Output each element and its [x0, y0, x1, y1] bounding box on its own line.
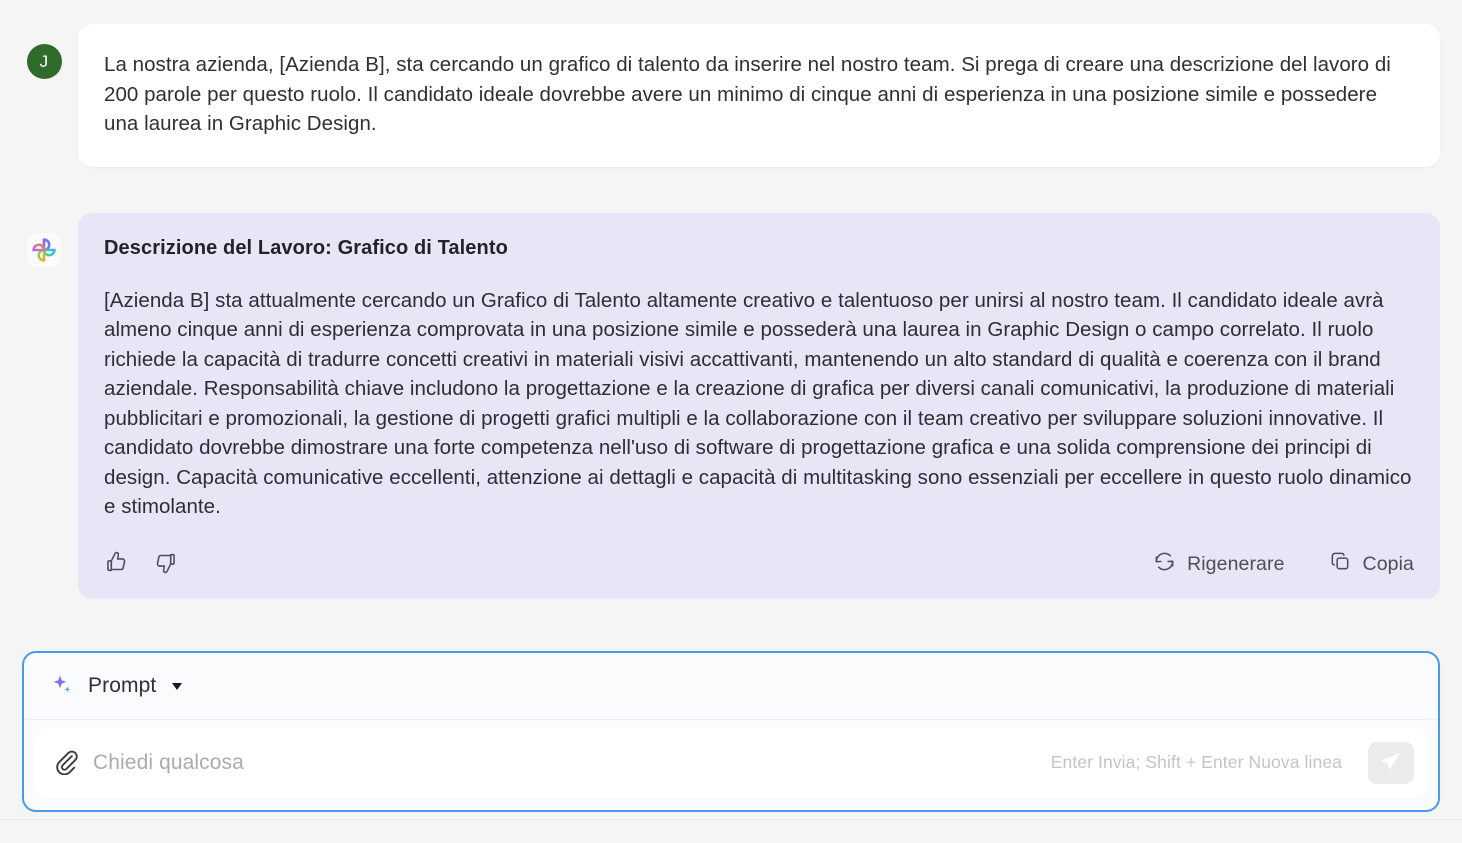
regenerate-label: Rigenerare	[1187, 552, 1285, 575]
conversation-area: J La nostra azienda, [Azienda B], sta ce…	[0, 0, 1462, 599]
send-button[interactable]	[1368, 741, 1414, 784]
user-message-bubble: La nostra azienda, [Azienda B], sta cerc…	[78, 24, 1440, 167]
thumbs-up-button[interactable]	[104, 550, 129, 578]
send-icon	[1379, 749, 1403, 776]
chevron-down-icon	[172, 682, 183, 690]
user-avatar-slot: J	[22, 24, 66, 79]
thumbs-down-icon	[153, 550, 178, 578]
assistant-avatar-slot	[22, 213, 66, 267]
assistant-message-row: Descrizione del Lavoro: Grafico di Talen…	[22, 212, 1440, 599]
composer[interactable]: Prompt Enter Invia; Shift + Enter Nuova …	[22, 650, 1440, 812]
sparkle-icon	[50, 673, 74, 700]
user-avatar: J	[26, 44, 62, 79]
composer-toolbar: Prompt	[24, 653, 1438, 720]
attach-file-button[interactable]	[52, 748, 79, 778]
copy-button[interactable]: Copia	[1329, 550, 1414, 579]
paperclip-icon	[52, 748, 79, 778]
vote-group	[104, 550, 178, 578]
ai-clover-icon	[27, 232, 61, 267]
thumbs-up-icon	[104, 550, 129, 578]
regenerate-button[interactable]: Rigenerare	[1153, 550, 1284, 579]
assistant-message-text: [Azienda B] sta attualmente cercando un …	[104, 288, 1412, 519]
copy-label: Copia	[1362, 552, 1414, 575]
user-message-row: J La nostra azienda, [Azienda B], sta ce…	[22, 24, 1440, 167]
chat-root: J La nostra azienda, [Azienda B], sta ce…	[0, 0, 1462, 843]
thumbs-down-button[interactable]	[153, 550, 178, 578]
bottom-divider	[0, 819, 1462, 820]
prompt-mode-label: Prompt	[88, 674, 157, 697]
assistant-secondary-actions: Rigenerare Copia	[1153, 550, 1414, 579]
assistant-action-bar: Rigenerare Copia	[104, 550, 1414, 579]
refresh-icon	[1153, 550, 1176, 579]
user-message-text: La nostra azienda, [Azienda B], sta cerc…	[104, 53, 1391, 135]
keyboard-hint: Enter Invia; Shift + Enter Nuova linea	[1050, 752, 1342, 772]
composer-input-row[interactable]: Enter Invia; Shift + Enter Nuova linea	[34, 727, 1428, 798]
assistant-message-bubble: Descrizione del Lavoro: Grafico di Talen…	[78, 212, 1440, 599]
copy-icon	[1329, 550, 1352, 579]
assistant-message-title: Descrizione del Lavoro: Grafico di Talen…	[104, 236, 508, 259]
composer-wrapper: Prompt Enter Invia; Shift + Enter Nuova …	[0, 599, 1462, 812]
prompt-mode-selector[interactable]: Prompt	[50, 673, 183, 700]
search-input[interactable]	[93, 750, 1037, 775]
